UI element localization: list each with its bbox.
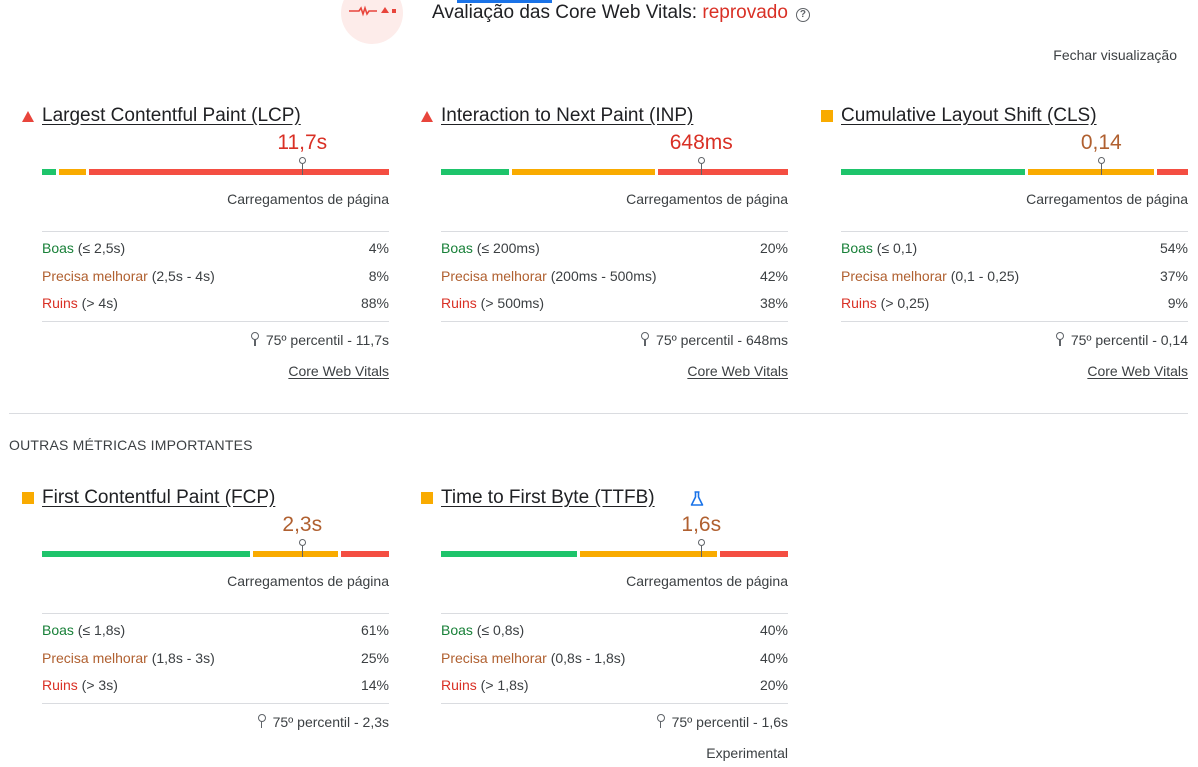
page-loads-label: Carregamentos de página bbox=[1026, 191, 1188, 207]
row-needs-improvement: Precisa melhorar (1,8s - 3s) 25% bbox=[42, 649, 389, 666]
percentile-marker bbox=[696, 157, 706, 175]
percentile-pin-icon bbox=[656, 714, 666, 728]
bar-segment-poor bbox=[1157, 169, 1188, 175]
percentile-pin-icon bbox=[250, 332, 260, 346]
needs-improvement-status-icon bbox=[22, 492, 34, 504]
metric-card-lcp: Largest Contentful Paint (LCP) 11,7s Car… bbox=[22, 105, 389, 379]
bar-segment-needs-improvement bbox=[58, 169, 86, 175]
percentile-pin-icon bbox=[1055, 332, 1065, 346]
percentile-marker bbox=[297, 539, 307, 557]
row-good: Boas (≤ 2,5s) 4% bbox=[42, 240, 389, 256]
percentile-label: 75º percentil - 2,3s bbox=[42, 714, 389, 730]
percentile-label: 75º percentil - 11,7s bbox=[42, 332, 389, 348]
row-good: Boas (≤ 0,8s) 40% bbox=[441, 622, 788, 638]
percentile-pin-icon bbox=[640, 332, 650, 346]
distribution-bar bbox=[441, 157, 788, 175]
failing-vitals-icon bbox=[341, 0, 403, 44]
experimental-label: Experimental bbox=[706, 745, 788, 761]
page-loads-label: Carregamentos de página bbox=[626, 191, 788, 207]
row-good: Boas (≤ 200ms) 20% bbox=[441, 240, 788, 256]
needs-improvement-status-icon bbox=[421, 492, 433, 504]
metric-title-ttfb[interactable]: Time to First Byte (TTFB) bbox=[441, 487, 655, 509]
metric-title-inp[interactable]: Interaction to Next Paint (INP) bbox=[441, 105, 693, 127]
bar-segment-poor bbox=[341, 551, 389, 557]
poor-status-icon bbox=[22, 111, 34, 122]
row-good: Boas (≤ 1,8s) 61% bbox=[42, 622, 389, 638]
percentile-label: 75º percentil - 0,14 bbox=[841, 332, 1188, 348]
section-divider bbox=[9, 413, 1188, 414]
metric-card-inp: Interaction to Next Paint (INP) 648ms Ca… bbox=[421, 105, 788, 379]
poor-status-icon bbox=[421, 111, 433, 122]
distribution-bar bbox=[42, 157, 389, 175]
help-circle-icon[interactable]: ? bbox=[795, 8, 810, 22]
row-needs-improvement: Precisa melhorar (200ms - 500ms) 42% bbox=[441, 267, 788, 284]
close-view-link[interactable]: Fechar visualização bbox=[1053, 47, 1177, 63]
assessment-title-prefix: Avaliação das Core Web Vitals: bbox=[432, 2, 703, 23]
metric-card-fcp: First Contentful Paint (FCP) 2,3s Carreg… bbox=[22, 487, 389, 730]
percentile-marker bbox=[297, 157, 307, 175]
bar-segment-good bbox=[42, 551, 250, 557]
percentile-pin-icon bbox=[257, 714, 267, 728]
row-poor: Ruins (> 4s) 88% bbox=[42, 295, 389, 311]
needs-improvement-status-icon bbox=[821, 110, 833, 122]
metric-title-lcp[interactable]: Largest Contentful Paint (LCP) bbox=[42, 105, 301, 127]
metric-value: 11,7s bbox=[277, 131, 328, 154]
page-loads-label: Carregamentos de página bbox=[227, 573, 389, 589]
bar-segment-poor bbox=[88, 169, 389, 175]
row-poor: Ruins (> 1,8s) 20% bbox=[441, 677, 788, 693]
metric-title-cls[interactable]: Cumulative Layout Shift (CLS) bbox=[841, 105, 1097, 127]
distribution-bar bbox=[42, 539, 389, 557]
page-loads-label: Carregamentos de página bbox=[626, 573, 788, 589]
metric-value: 0,14 bbox=[1080, 131, 1122, 154]
bar-segment-needs-improvement bbox=[253, 551, 339, 557]
bar-segment-good bbox=[441, 551, 578, 557]
core-web-vitals-link[interactable]: Core Web Vitals bbox=[42, 363, 389, 379]
percentile-marker bbox=[696, 539, 706, 557]
row-good: Boas (≤ 0,1) 54% bbox=[841, 240, 1188, 256]
bar-segment-poor bbox=[658, 169, 788, 175]
row-poor: Ruins (> 0,25) 9% bbox=[841, 295, 1188, 311]
assessment-title: Avaliação das Core Web Vitals: reprovado… bbox=[432, 2, 810, 24]
bar-segment-poor bbox=[719, 551, 788, 557]
percentile-label: 75º percentil - 648ms bbox=[441, 332, 788, 348]
distribution-bar bbox=[441, 539, 788, 557]
metric-value: 1,6s bbox=[681, 513, 722, 536]
bar-segment-needs-improvement bbox=[512, 169, 656, 175]
row-poor: Ruins (> 3s) 14% bbox=[42, 677, 389, 693]
row-needs-improvement: Precisa melhorar (2,5s - 4s) 8% bbox=[42, 267, 389, 284]
percentile-marker bbox=[1096, 157, 1106, 175]
core-web-vitals-link[interactable]: Core Web Vitals bbox=[841, 363, 1188, 379]
other-metrics-heading: OUTRAS MÉTRICAS IMPORTANTES bbox=[9, 437, 253, 453]
bar-segment-good bbox=[841, 169, 1026, 175]
metric-value: 648ms bbox=[669, 131, 733, 154]
bar-segment-good bbox=[441, 169, 510, 175]
bar-segment-needs-improvement bbox=[1028, 169, 1155, 175]
row-poor: Ruins (> 500ms) 38% bbox=[441, 295, 788, 311]
metric-title-fcp[interactable]: First Contentful Paint (FCP) bbox=[42, 487, 275, 509]
core-web-vitals-link[interactable]: Core Web Vitals bbox=[441, 363, 788, 379]
flask-icon[interactable] bbox=[690, 491, 704, 507]
row-needs-improvement: Precisa melhorar (0,1 - 0,25) 37% bbox=[841, 267, 1188, 284]
percentile-label: 75º percentil - 1,6s bbox=[441, 714, 788, 730]
row-needs-improvement: Precisa melhorar (0,8s - 1,8s) 40% bbox=[441, 649, 788, 666]
page-loads-label: Carregamentos de página bbox=[227, 191, 389, 207]
metric-card-cls: Cumulative Layout Shift (CLS) 0,14 Carre… bbox=[821, 105, 1188, 379]
metric-value: 2,3s bbox=[282, 513, 323, 536]
distribution-bar bbox=[841, 157, 1188, 175]
metric-card-ttfb: Time to First Byte (TTFB) 1,6s Carregame… bbox=[421, 487, 788, 761]
bar-segment-good bbox=[42, 169, 56, 175]
assessment-status: reprovado bbox=[702, 2, 788, 23]
